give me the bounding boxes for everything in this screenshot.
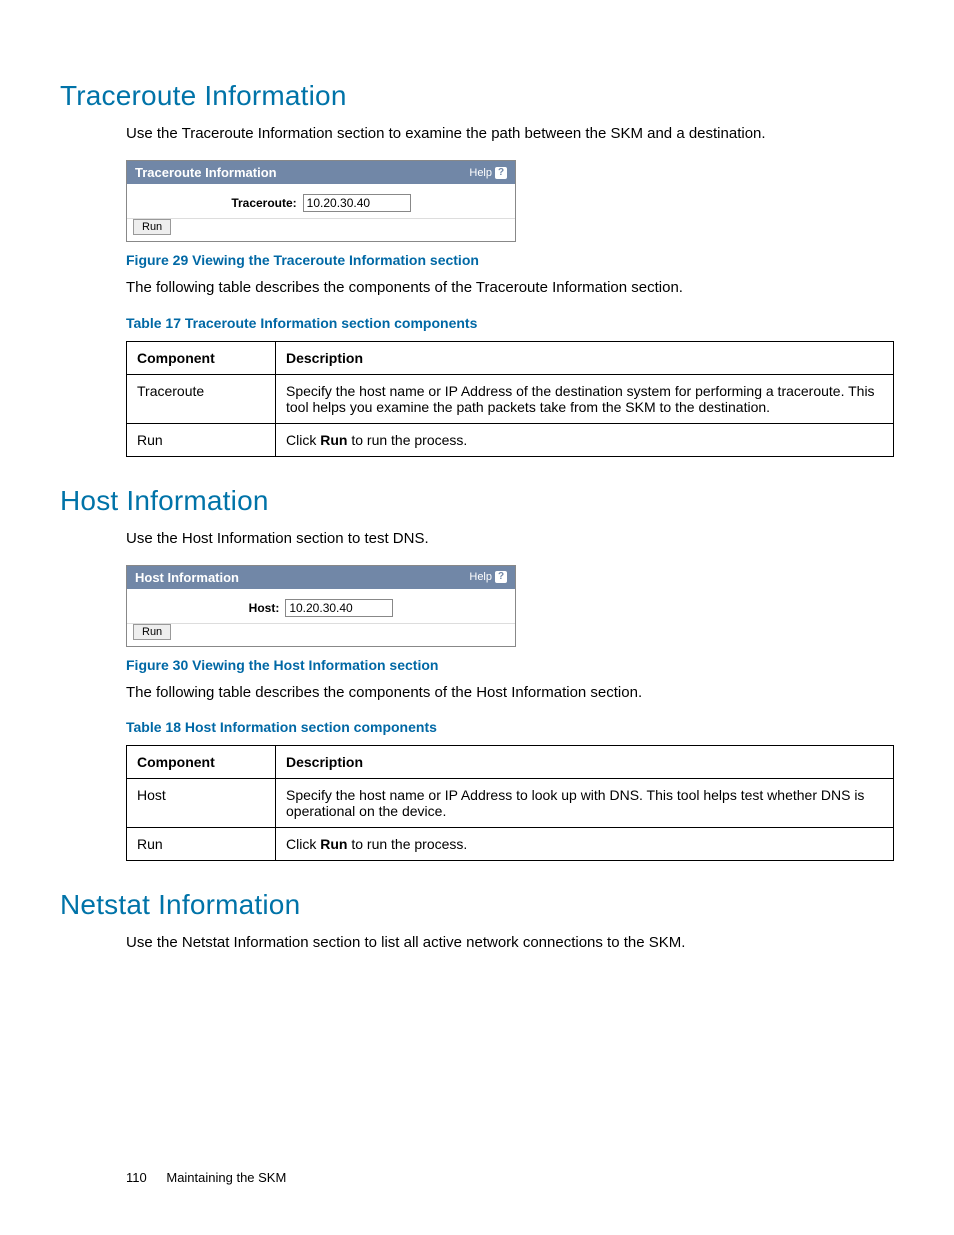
table-header-description: Description	[276, 746, 894, 779]
table-17-caption: Table 17 Traceroute Information section …	[126, 315, 894, 331]
host-intro: Use the Host Information section to test…	[126, 529, 894, 549]
traceroute-panel-header: Traceroute Information Help ?	[127, 161, 515, 184]
cell-description: Specify the host name or IP Address to l…	[276, 779, 894, 828]
help-link[interactable]: Help ?	[469, 167, 507, 179]
host-table-intro: The following table describes the compon…	[126, 683, 894, 703]
table-row: Run Click Run to run the process.	[127, 828, 894, 861]
table-18-caption: Table 18 Host Information section compon…	[126, 719, 894, 735]
traceroute-field-label: Traceroute:	[231, 196, 296, 210]
table-header-component: Component	[127, 746, 276, 779]
netstat-intro: Use the Netstat Information section to l…	[126, 933, 894, 953]
traceroute-input[interactable]	[303, 194, 411, 212]
help-label: Help	[469, 167, 492, 179]
cell-description: Specify the host name or IP Address of t…	[276, 374, 894, 423]
traceroute-components-table: Component Description Traceroute Specify…	[126, 341, 894, 457]
help-icon: ?	[495, 571, 507, 583]
cell-component: Run	[127, 828, 276, 861]
page-footer: 110 Maintaining the SKM	[126, 1170, 286, 1185]
host-panel-title: Host Information	[135, 570, 239, 585]
table-row: Run Click Run to run the process.	[127, 423, 894, 456]
help-link[interactable]: Help ?	[469, 571, 507, 583]
figure-29-caption: Figure 29 Viewing the Traceroute Informa…	[126, 252, 894, 268]
host-input[interactable]	[285, 599, 393, 617]
cell-description: Click Run to run the process.	[276, 828, 894, 861]
heading-netstat: Netstat Information	[60, 889, 894, 921]
host-field-label: Host:	[249, 601, 280, 615]
table-row: Traceroute Specify the host name or IP A…	[127, 374, 894, 423]
table-header-description: Description	[276, 341, 894, 374]
heading-traceroute: Traceroute Information	[60, 80, 894, 112]
heading-host: Host Information	[60, 485, 894, 517]
help-icon: ?	[495, 167, 507, 179]
host-panel-header: Host Information Help ?	[127, 566, 515, 589]
traceroute-table-intro: The following table describes the compon…	[126, 278, 894, 298]
help-label: Help	[469, 571, 492, 583]
traceroute-intro: Use the Traceroute Information section t…	[126, 124, 894, 144]
host-run-button[interactable]: Run	[133, 624, 171, 640]
cell-component: Run	[127, 423, 276, 456]
footer-title: Maintaining the SKM	[166, 1170, 286, 1185]
table-row: Host Specify the host name or IP Address…	[127, 779, 894, 828]
table-header-component: Component	[127, 341, 276, 374]
cell-description: Click Run to run the process.	[276, 423, 894, 456]
page-number: 110	[126, 1170, 147, 1185]
cell-component: Host	[127, 779, 276, 828]
figure-30-caption: Figure 30 Viewing the Host Information s…	[126, 657, 894, 673]
host-panel: Host Information Help ? Host: Run	[126, 565, 516, 647]
traceroute-run-button[interactable]: Run	[133, 219, 171, 235]
host-components-table: Component Description Host Specify the h…	[126, 745, 894, 861]
traceroute-panel-title: Traceroute Information	[135, 165, 277, 180]
traceroute-panel: Traceroute Information Help ? Traceroute…	[126, 160, 516, 242]
cell-component: Traceroute	[127, 374, 276, 423]
